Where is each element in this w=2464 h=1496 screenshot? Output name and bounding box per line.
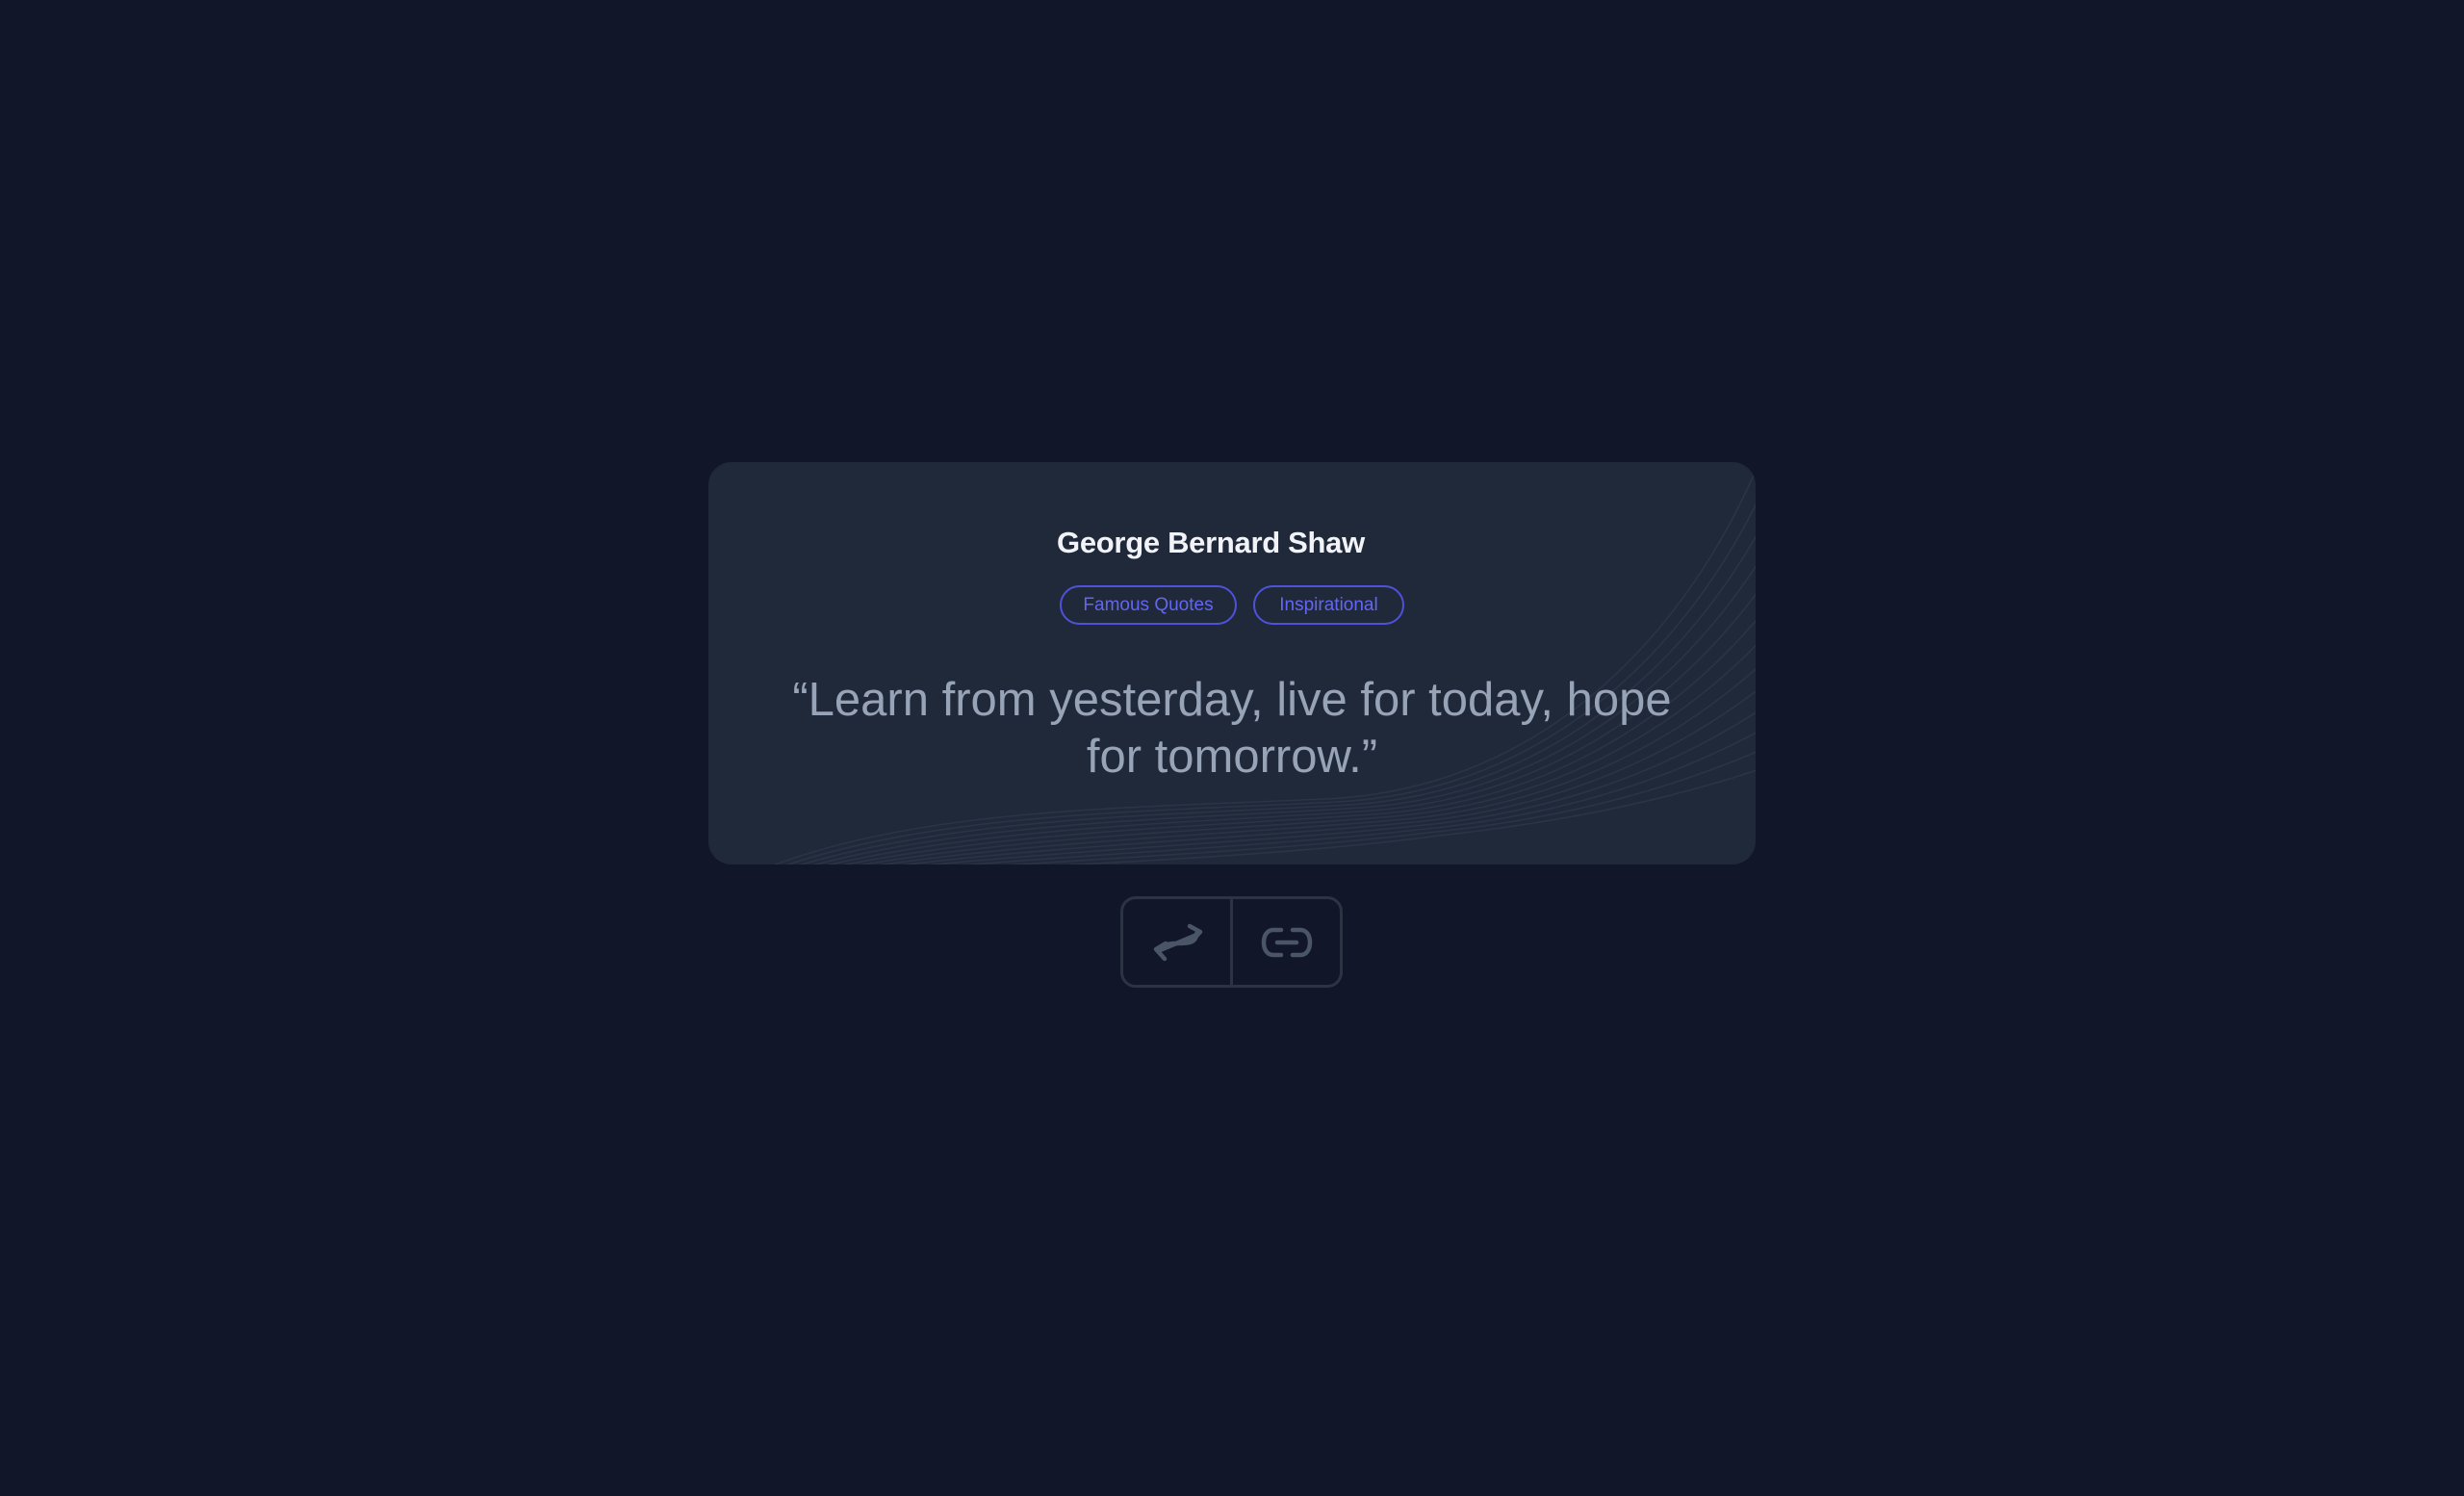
wave-line (773, 468, 1756, 864)
quote-text: “Learn from yesterday, live for today, h… (792, 674, 1672, 783)
author-name-text: George Bernard Shaw (1057, 526, 1365, 559)
author-name: George Bernard Shaw (708, 526, 1756, 560)
shuffle-button[interactable] (1123, 899, 1230, 985)
tag-list: Famous Quotes Inspirational (708, 585, 1756, 625)
quote-card: George Bernard Shaw Famous Quotes Inspir… (708, 462, 1756, 864)
tag-inspirational[interactable]: Inspirational (1253, 585, 1404, 625)
copy-link-button[interactable] (1230, 899, 1340, 985)
link-icon (1261, 927, 1312, 957)
wave-background-decoration (773, 468, 1756, 864)
tag-famous-quotes[interactable]: Famous Quotes (1060, 585, 1237, 625)
shuffle-arrows-icon (1153, 923, 1202, 961)
action-button-group (1120, 896, 1343, 988)
